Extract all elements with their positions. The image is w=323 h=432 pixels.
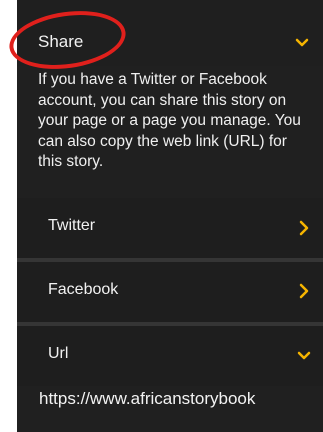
chevron-down-icon[interactable]	[295, 38, 309, 48]
chevron-right-icon	[299, 220, 309, 236]
share-option-twitter[interactable]: Twitter	[17, 198, 323, 258]
share-option-label: Twitter	[48, 217, 96, 234]
share-header[interactable]: Share	[17, 0, 323, 66]
share-title: Share	[38, 32, 84, 51]
share-url-value[interactable]: https://www.africanstorybook	[39, 389, 323, 409]
share-option-facebook[interactable]: Facebook	[17, 262, 323, 322]
chevron-right-icon	[299, 283, 309, 299]
share-option-label: Url	[48, 345, 69, 362]
chevron-down-icon	[297, 351, 311, 360]
screen: Share If you have a Twitter or Facebook …	[0, 0, 323, 432]
share-panel: Share If you have a Twitter or Facebook …	[17, 0, 323, 432]
share-option-url[interactable]: Url	[17, 326, 323, 386]
share-option-label: Facebook	[48, 281, 119, 298]
share-description: If you have a Twitter or Facebook accoun…	[38, 71, 301, 170]
